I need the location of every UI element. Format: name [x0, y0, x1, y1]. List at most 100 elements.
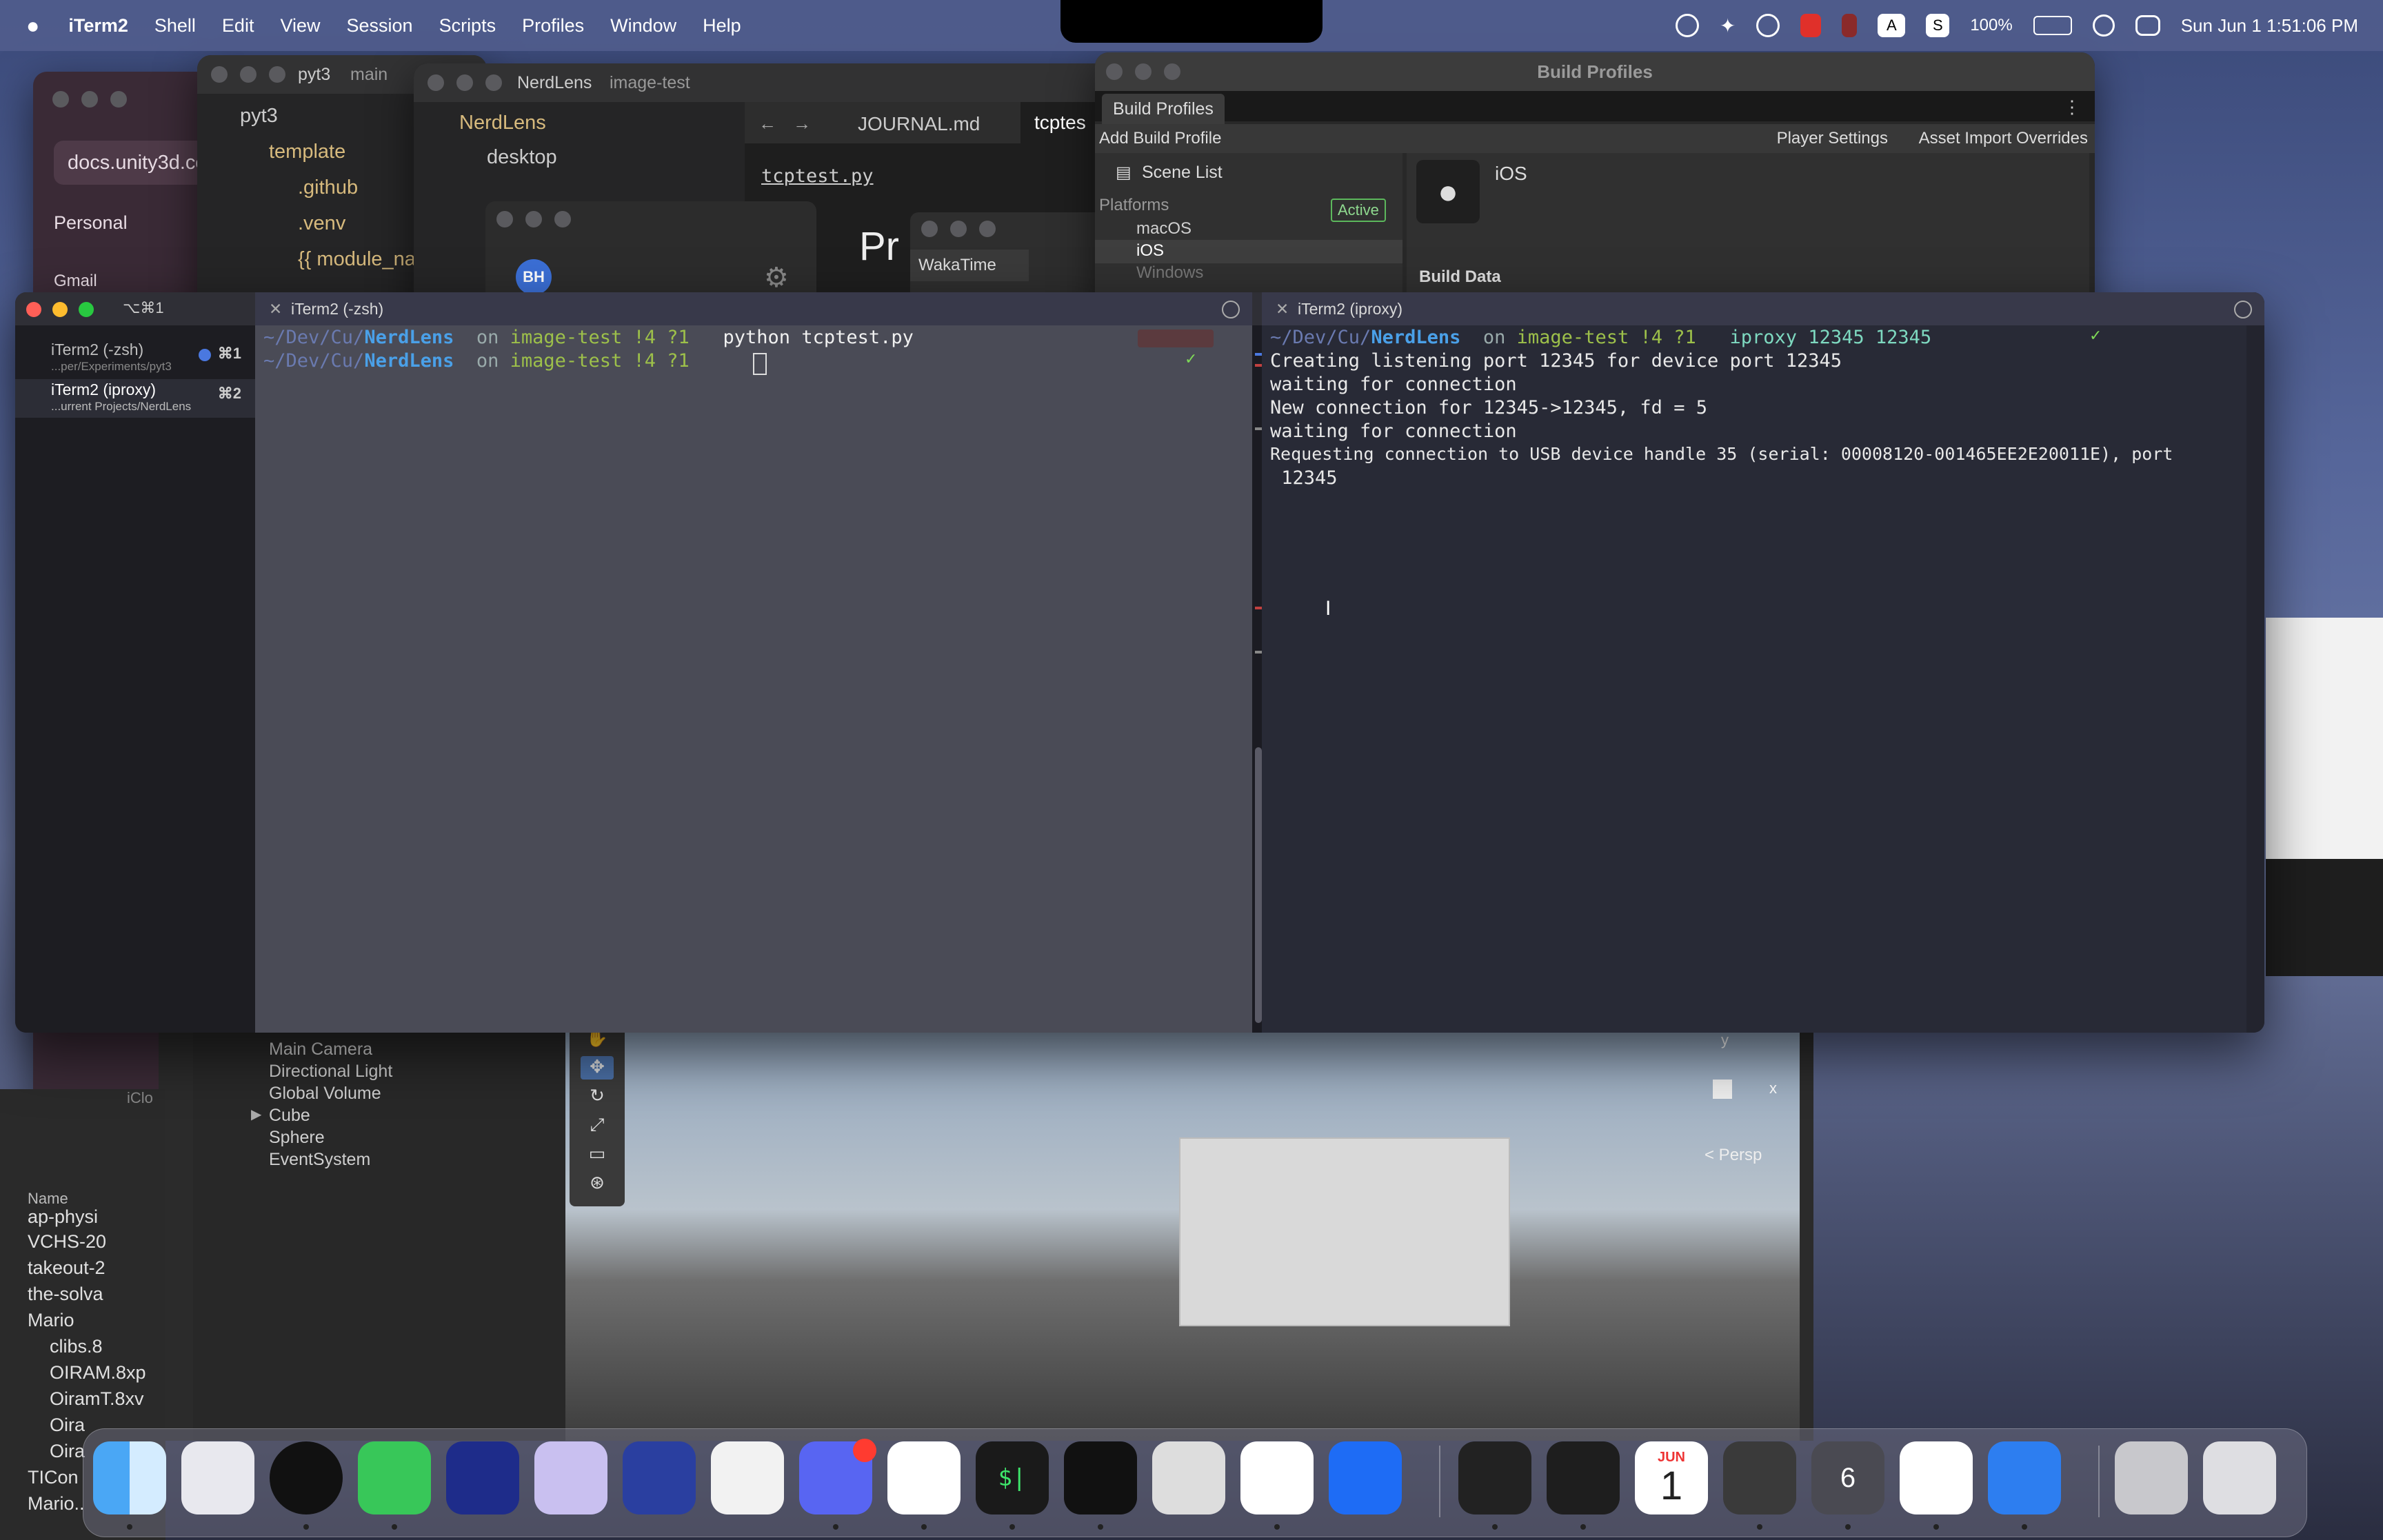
figma-status-icon[interactable]: ✦: [1720, 14, 1736, 37]
chatgpt-icon[interactable]: [1240, 1441, 1314, 1514]
zoom-button[interactable]: [79, 302, 94, 317]
tree-item[interactable]: desktop: [487, 146, 557, 169]
hierarchy-item[interactable]: Sphere: [269, 1128, 325, 1148]
minimize-button[interactable]: [81, 91, 98, 108]
breadcrumb-file[interactable]: tcptest.py: [761, 165, 874, 187]
tree-item[interactable]: {{ module_na: [298, 248, 416, 271]
recording-status-icon[interactable]: [1800, 14, 1822, 37]
chatgpt-status-icon[interactable]: [1756, 14, 1780, 37]
more-menu-icon[interactable]: ⋮: [2063, 97, 2081, 118]
trash-icon[interactable]: [2203, 1441, 2276, 1514]
tree-item[interactable]: template: [269, 141, 345, 163]
file-row[interactable]: Oira: [50, 1441, 85, 1462]
hierarchy-item[interactable]: Main Camera: [269, 1040, 372, 1060]
back-arrow-icon[interactable]: ←: [758, 113, 776, 134]
rect-tool-icon[interactable]: ▭: [581, 1143, 614, 1166]
add-build-profile-button[interactable]: Add Build Profile: [1099, 124, 1221, 153]
menu-app-name[interactable]: iTerm2: [68, 15, 128, 37]
unity-hub-icon[interactable]: [1723, 1441, 1796, 1514]
forward-arrow-icon[interactable]: →: [793, 113, 811, 134]
tab-journal[interactable]: JOURNAL.md: [858, 113, 980, 135]
roblox-icon[interactable]: [1329, 1441, 1402, 1514]
column-header-name[interactable]: Name: [28, 1190, 68, 1208]
close-button[interactable]: [52, 91, 69, 108]
hierarchy-item[interactable]: Cube: [269, 1106, 310, 1126]
menu-scripts[interactable]: Scripts: [439, 15, 496, 37]
hierarchy-item[interactable]: Directional Light: [269, 1062, 392, 1082]
input-source-icon[interactable]: A: [1878, 14, 1906, 37]
close-pane-icon[interactable]: ✕: [1276, 292, 1289, 325]
tree-item[interactable]: .venv: [298, 212, 345, 235]
platform-macos[interactable]: macOS: [1136, 219, 1192, 239]
scrollbar-thumb[interactable]: [1255, 747, 1262, 1023]
close-pane-icon[interactable]: ✕: [269, 292, 282, 325]
cube-app-icon[interactable]: [711, 1441, 784, 1514]
pane-scrollbar[interactable]: [2246, 325, 2264, 1033]
figma-icon[interactable]: [1547, 1441, 1620, 1514]
tab-build-profiles[interactable]: Build Profiles: [1102, 94, 1225, 124]
slack-icon[interactable]: [887, 1441, 961, 1514]
menu-profiles[interactable]: Profiles: [522, 15, 584, 37]
xcode-icon[interactable]: [1988, 1441, 2061, 1514]
platform-windows[interactable]: Windows: [1136, 263, 1203, 283]
rotate-tool-icon[interactable]: ↻: [581, 1085, 614, 1108]
apple-menu-icon[interactable]: ●: [26, 13, 39, 39]
pane-options-icon[interactable]: [2234, 301, 2252, 318]
tab-tcptest[interactable]: tcptes: [1020, 102, 1100, 143]
expand-arrow-icon[interactable]: ▶: [251, 1106, 261, 1123]
pane-options-icon[interactable]: [1222, 301, 1240, 318]
tab-iproxy[interactable]: iTerm2 (iproxy) ...urrent Projects/NerdL…: [15, 379, 255, 418]
obsidian-icon[interactable]: [534, 1441, 607, 1514]
unity-status-icon[interactable]: [1675, 14, 1699, 37]
file-row[interactable]: TICon: [28, 1467, 79, 1488]
scene-gizmo-icon[interactable]: [1713, 1080, 1732, 1099]
file-row[interactable]: takeout-2: [28, 1257, 105, 1279]
menu-window[interactable]: Window: [610, 15, 676, 37]
transform-tool-icon[interactable]: ⊛: [581, 1172, 614, 1195]
crystal-icon[interactable]: [623, 1441, 696, 1514]
vscode-icon[interactable]: [1900, 1441, 1973, 1514]
scale-tool-icon[interactable]: ⤢: [581, 1114, 614, 1137]
sidebar-icloud[interactable]: iClo: [127, 1089, 153, 1107]
archive-icon[interactable]: [2115, 1441, 2188, 1514]
platform-ios[interactable]: iOS: [1136, 241, 1164, 261]
menu-session[interactable]: Session: [347, 15, 413, 37]
file-row[interactable]: VCHS-20: [28, 1231, 106, 1253]
favorite-personal[interactable]: Personal: [54, 212, 128, 234]
file-row[interactable]: the-solva: [28, 1284, 103, 1305]
tree-item[interactable]: pyt3: [240, 105, 278, 128]
hierarchy-item[interactable]: EventSystem: [269, 1150, 370, 1170]
iphone-mirroring-icon[interactable]: [1152, 1441, 1225, 1514]
battery-icon[interactable]: [2033, 16, 2072, 35]
right-pane[interactable]: ✕ iTerm2 (iproxy) ~/Dev/Cu/NerdLens on i…: [1262, 292, 2264, 1033]
zed-icon[interactable]: [1064, 1441, 1137, 1514]
tab-wakatime[interactable]: WakaTime: [910, 250, 1029, 281]
scene-toolbar[interactable]: ✋ ✥ ↻ ⤢ ▭ ⊛: [570, 1020, 625, 1206]
close-button[interactable]: [26, 302, 41, 317]
iterm-window[interactable]: ⌥⌘1 iTerm2 (-zsh) ...per/Experiments/pyt…: [15, 292, 2264, 1033]
favorite-gmail[interactable]: Gmail: [54, 272, 97, 291]
menu-help[interactable]: Help: [703, 15, 741, 37]
scrivener-icon[interactable]: [446, 1441, 519, 1514]
avatar[interactable]: BH: [516, 259, 552, 295]
messages-icon[interactable]: [358, 1441, 431, 1514]
menubar-status-area[interactable]: ✦ A S 100% Sun Jun 1 1:51:06 PM: [1675, 0, 2358, 51]
menu-shell[interactable]: Shell: [154, 15, 196, 37]
file-row[interactable]: OIRAM.8xp: [50, 1362, 146, 1384]
unity6-icon[interactable]: 6: [1811, 1441, 1884, 1514]
chatgpt-ring-icon[interactable]: [270, 1441, 343, 1514]
left-pane[interactable]: ✕ iTerm2 (-zsh) ~/Dev/Cu/NerdLens on ima…: [255, 292, 1252, 1033]
scene-list-item[interactable]: Scene List: [1142, 163, 1223, 183]
tree-item[interactable]: .github: [298, 176, 358, 199]
obsidian2-icon[interactable]: [1458, 1441, 1531, 1514]
file-row[interactable]: Mario..: [28, 1493, 85, 1514]
finder-icon[interactable]: [93, 1441, 166, 1514]
tree-root[interactable]: NerdLens: [459, 112, 546, 134]
tab-zsh[interactable]: iTerm2 (-zsh) ...per/Experiments/pyt3 ⌘1: [15, 339, 255, 378]
move-tool-icon[interactable]: ✥: [581, 1056, 614, 1080]
address-bar[interactable]: docs.unity3d.co: [54, 141, 212, 185]
scene-view[interactable]: ✋ ✥ ↻ ⤢ ▭ ⊛ y x < Persp: [565, 1020, 1800, 1441]
gear-icon[interactable]: ⚙: [764, 262, 789, 294]
file-row[interactable]: clibs.8: [50, 1336, 103, 1357]
hierarchy-panel[interactable]: Main Camera Directional Light Global Vol…: [193, 1027, 565, 1441]
